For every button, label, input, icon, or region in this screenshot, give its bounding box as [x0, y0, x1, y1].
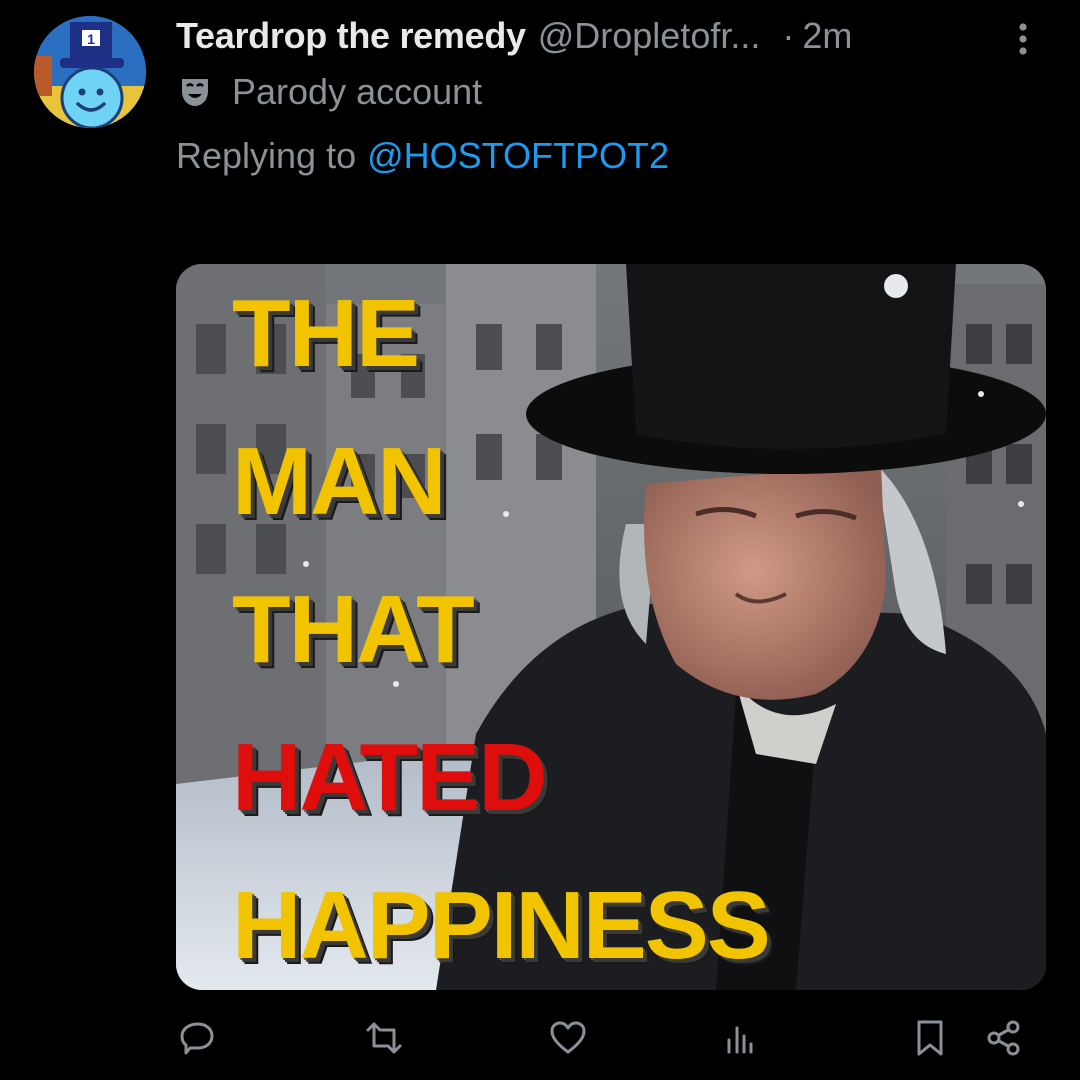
meme-text-line-5: HAPPINESS	[232, 872, 771, 979]
views-button[interactable]	[714, 1012, 766, 1064]
avatar[interactable]: 1	[34, 16, 146, 128]
meme-text-line-2: MAN	[232, 428, 447, 535]
bookmark-button[interactable]	[904, 1012, 956, 1064]
theater-mask-icon	[182, 79, 208, 106]
meme-text-line-4: HATED	[232, 724, 548, 831]
tweet-action-bar	[0, 1012, 1080, 1072]
repost-icon	[366, 1022, 402, 1054]
like-button[interactable]	[542, 1012, 594, 1064]
meme-text-line-1: THE	[232, 280, 420, 387]
replying-to-mention[interactable]: @HOSTOFTPOT2	[367, 135, 669, 177]
replying-to-label: Replying to	[176, 135, 357, 176]
tweet-header: Teardrop the remedy @Dropletofr... · 2m	[176, 12, 1010, 60]
avatar-image: 1	[34, 16, 146, 128]
svg-text:1: 1	[87, 31, 95, 47]
analytics-icon	[727, 1026, 753, 1054]
separator-dot: ·	[782, 15, 795, 56]
repost-button[interactable]	[358, 1012, 410, 1064]
reply-button[interactable]	[172, 1012, 224, 1064]
bookmark-icon	[917, 1020, 943, 1056]
meme-text-line-3: THAT	[232, 576, 475, 683]
share-icon	[987, 1020, 1020, 1056]
more-vertical-icon	[1019, 23, 1027, 55]
parody-label: Parody account	[178, 70, 482, 114]
heart-icon	[550, 1021, 586, 1054]
more-options-button[interactable]	[1008, 18, 1038, 60]
user-handle[interactable]: @Dropletofr...	[538, 15, 761, 57]
display-name[interactable]: Teardrop the remedy	[176, 15, 526, 57]
tweet-media-image[interactable]: THE MAN THAT HATED HAPPINESS	[176, 264, 1046, 990]
comment-icon	[180, 1022, 214, 1055]
timestamp[interactable]: 2m	[802, 15, 852, 57]
replying-to: Replying to @HOSTOFTPOT2	[176, 132, 669, 180]
parody-label-text: Parody account	[232, 71, 483, 112]
share-button[interactable]	[978, 1012, 1030, 1064]
